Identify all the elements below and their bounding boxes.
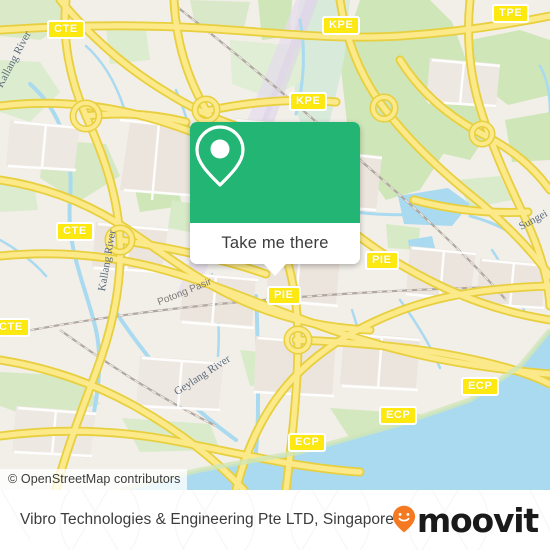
map-pin-icon — [195, 125, 245, 187]
highway-shield-kpe[interactable]: KPE — [289, 92, 328, 111]
highway-shield-ecp[interactable]: ECP — [379, 406, 418, 425]
highway-shield-kpe[interactable]: KPE — [322, 16, 361, 35]
highway-shield-tpe[interactable]: TPE — [492, 4, 530, 23]
highway-shield-cte[interactable]: CTE — [47, 20, 85, 39]
callout-label-area: Take me there — [190, 223, 360, 276]
take-me-there-callout[interactable]: Take me there — [190, 122, 360, 276]
footer-bar: Vibro Technologies & Engineering Pte LTD… — [0, 490, 550, 550]
callout-label: Take me there — [221, 234, 329, 252]
callout-icon-area — [190, 122, 360, 223]
moovit-brand[interactable]: moovit — [392, 490, 539, 550]
moovit-smiley-pin-icon — [392, 505, 415, 533]
moovit-map-page: Kallang River Kallang River Geylang Rive… — [0, 0, 550, 550]
highway-shield-cte[interactable]: CTE — [56, 222, 94, 241]
map-canvas[interactable]: Kallang River Kallang River Geylang Rive… — [0, 0, 550, 490]
highway-shield-ecp[interactable]: ECP — [288, 433, 327, 452]
moovit-wordmark: moovit — [416, 500, 539, 540]
highway-shield-ecp[interactable]: ECP — [461, 377, 500, 396]
map-attribution[interactable]: © OpenStreetMap contributors — [0, 469, 187, 490]
highway-shield-pie[interactable]: PIE — [365, 251, 399, 270]
highway-shield-cte[interactable]: CTE — [0, 318, 30, 337]
callout-tail — [264, 264, 286, 276]
highway-shield-pie[interactable]: PIE — [267, 286, 301, 305]
page-title: Vibro Technologies & Engineering Pte LTD… — [20, 511, 394, 528]
